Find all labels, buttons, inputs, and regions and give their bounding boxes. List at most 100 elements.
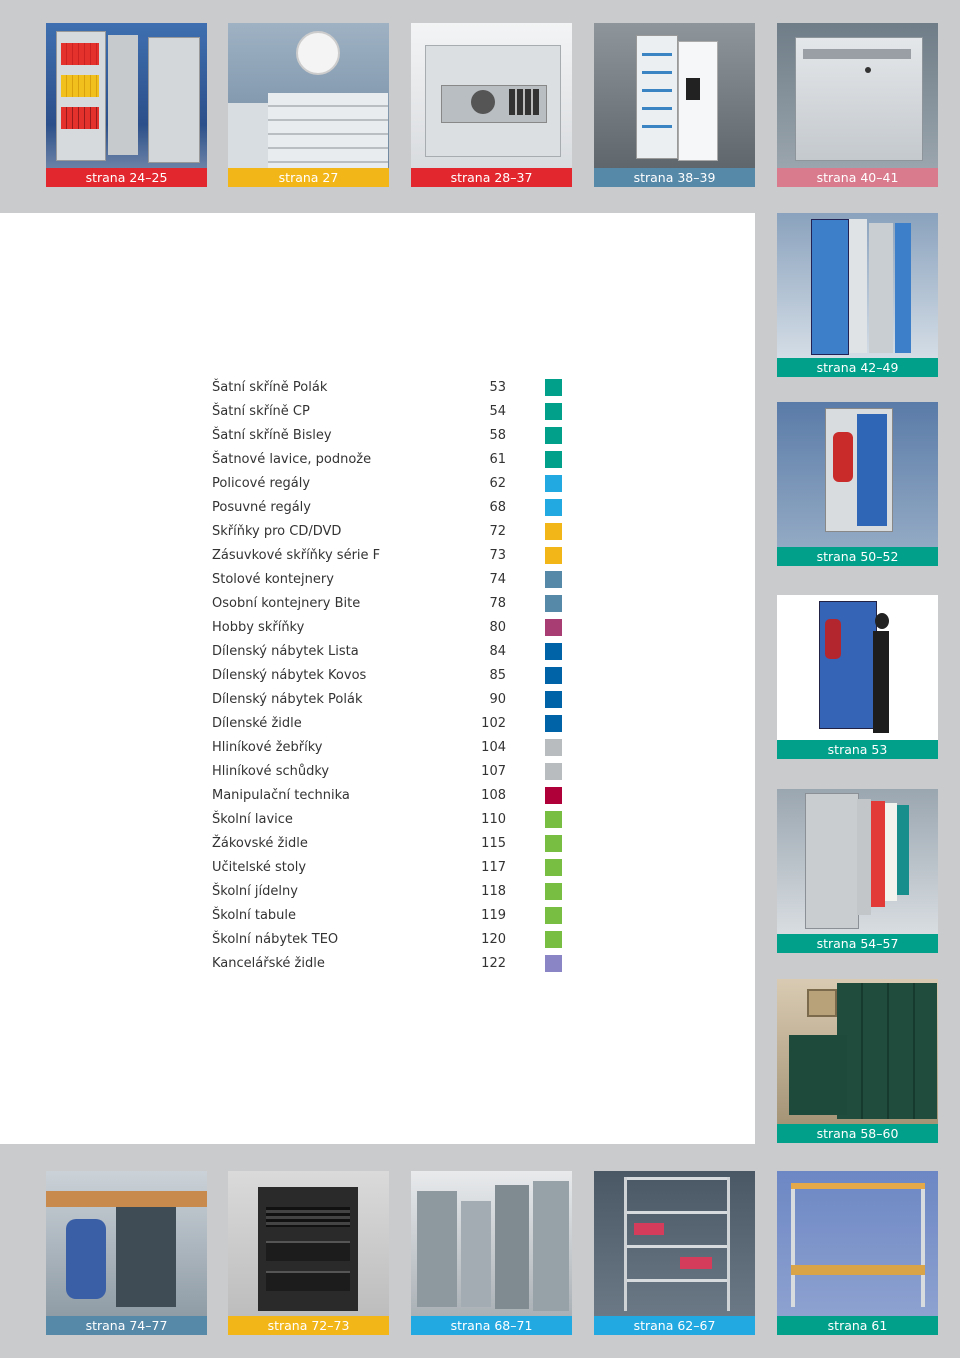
bench-with-hooks-photo	[777, 1171, 938, 1316]
page-reference: strana 42–49	[777, 358, 938, 377]
toc-entry[interactable]: Kancelářské židle 122	[212, 954, 572, 978]
toc-page-number: 115	[481, 836, 506, 851]
tile-right-5[interactable]: strana 58–60	[777, 979, 938, 1143]
toc-entry[interactable]: Hliníkové žebříky 104	[212, 738, 572, 762]
category-color-swatch	[545, 547, 562, 564]
category-color-swatch	[545, 715, 562, 732]
category-color-swatch	[545, 595, 562, 612]
toc-entry[interactable]: Školní jídelny 118	[212, 882, 572, 906]
toc-page-number: 122	[481, 956, 506, 971]
toc-page-number: 61	[489, 452, 506, 467]
toc-entry[interactable]: Šatnové lavice, podnože 61	[212, 450, 572, 474]
tile-right-3[interactable]: strana 53	[777, 595, 938, 759]
toc-label: Školní tabule	[212, 908, 297, 923]
toc-entry[interactable]: Stolové kontejnery 74	[212, 570, 572, 594]
toc-label: Dílenské židle	[212, 716, 302, 731]
toc-page-number: 104	[481, 740, 506, 755]
tile-top-5[interactable]: strana 40–41	[777, 23, 938, 187]
tile-top-3[interactable]: strana 28–37	[411, 23, 572, 187]
tile-top-1[interactable]: strana 24–25	[46, 23, 207, 187]
tile-right-1[interactable]: strana 42–49	[777, 213, 938, 377]
toc-page-number: 54	[489, 404, 506, 419]
toc-entry[interactable]: Šatní skříně Bisley 58	[212, 426, 572, 450]
tile-bottom-2[interactable]: strana 72–73	[228, 1171, 389, 1335]
tile-top-4[interactable]: strana 38–39	[594, 23, 755, 187]
toc-entry[interactable]: Manipulační technika 108	[212, 786, 572, 810]
toc-page-number: 110	[481, 812, 506, 827]
page-reference: strana 53	[777, 740, 938, 759]
toc-page-number: 119	[481, 908, 506, 923]
toc-label: Školní jídelny	[212, 884, 298, 899]
toc-label: Učitelské stoly	[212, 860, 307, 875]
page-reference: strana 74–77	[46, 1316, 207, 1335]
page-reference: strana 27	[228, 168, 389, 187]
toc-entry[interactable]: Hliníkové schůdky 107	[212, 762, 572, 786]
toc-label: Šatnové lavice, podnože	[212, 452, 372, 467]
category-color-swatch	[545, 379, 562, 396]
toc-page-number: 107	[481, 764, 506, 779]
category-color-swatch	[545, 619, 562, 636]
green-changing-room-photo	[777, 979, 938, 1124]
toc-page-number: 120	[481, 932, 506, 947]
toc-label: Dílenský nábytek Lista	[212, 644, 359, 659]
tile-top-2[interactable]: strana 27	[228, 23, 389, 187]
toc-label: Školní lavice	[212, 812, 293, 827]
table-of-contents: Šatní skříně Polák 53 Šatní skříně CP 54 Š…	[212, 378, 572, 978]
category-color-swatch	[545, 523, 562, 540]
color-lockers-row-photo	[777, 789, 938, 934]
toc-label: Hliníkové žebříky	[212, 740, 323, 755]
tile-bottom-3[interactable]: strana 68–71	[411, 1171, 572, 1335]
toc-label: Školní nábytek TEO	[212, 932, 339, 947]
toc-page-number: 85	[489, 668, 506, 683]
toc-label: Policové regály	[212, 476, 311, 491]
toc-entry[interactable]: Dílenský nábytek Polák 90	[212, 690, 572, 714]
toc-page-number: 58	[489, 428, 506, 443]
toc-entry[interactable]: Učitelské stoly 117	[212, 858, 572, 882]
toc-label: Hobby skříňky	[212, 620, 305, 635]
toc-label: Stolové kontejnery	[212, 572, 334, 587]
toc-entry[interactable]: Osobní kontejnery Bite 78	[212, 594, 572, 618]
toc-entry[interactable]: Žákovské židle 115	[212, 834, 572, 858]
toc-entry[interactable]: Šatní skříně Polák 53	[212, 378, 572, 402]
tile-bottom-1[interactable]: strana 74–77	[46, 1171, 207, 1335]
category-color-swatch	[545, 571, 562, 588]
category-color-swatch	[545, 403, 562, 420]
toc-entry[interactable]: Zásuvkové skříňky série F 73	[212, 546, 572, 570]
toc-page-number: 72	[489, 524, 506, 539]
toc-label: Posuvné regály	[212, 500, 311, 515]
page-reference: strana 58–60	[777, 1124, 938, 1143]
page-reference: strana 61	[777, 1316, 938, 1335]
black-drawer-cabinet-photo	[228, 1171, 389, 1316]
desk-pedestal-photo	[46, 1171, 207, 1316]
toc-entry[interactable]: Školní lavice 110	[212, 810, 572, 834]
toc-label: Šatní skříně CP	[212, 404, 310, 419]
tile-bottom-5[interactable]: strana 61	[777, 1171, 938, 1335]
category-color-swatch	[545, 691, 562, 708]
toc-entry[interactable]: Dílenské židle 102	[212, 714, 572, 738]
category-color-swatch	[545, 907, 562, 924]
toc-entry[interactable]: Šatní skříně CP 54	[212, 402, 572, 426]
toc-entry[interactable]: Dílenský nábytek Lista 84	[212, 642, 572, 666]
toc-page-number: 80	[489, 620, 506, 635]
page-reference: strana 24–25	[46, 168, 207, 187]
toc-entry[interactable]: Školní tabule 119	[212, 906, 572, 930]
page-reference: strana 62–67	[594, 1316, 755, 1335]
toc-page-number: 84	[489, 644, 506, 659]
category-color-swatch	[545, 763, 562, 780]
tile-right-2[interactable]: strana 50–52	[777, 402, 938, 566]
toc-entry[interactable]: Dílenský nábytek Kovos 85	[212, 666, 572, 690]
toc-label: Osobní kontejnery Bite	[212, 596, 361, 611]
toc-label: Hliníkové schůdky	[212, 764, 330, 779]
toc-entry[interactable]: Školní nábytek TEO 120	[212, 930, 572, 954]
toc-entry[interactable]: Hobby skříňky 80	[212, 618, 572, 642]
toc-page-number: 117	[481, 860, 506, 875]
toc-page-number: 108	[481, 788, 506, 803]
toc-entry[interactable]: Policové regály 62	[212, 474, 572, 498]
category-color-swatch	[545, 427, 562, 444]
toc-entry[interactable]: Posuvné regály 68	[212, 498, 572, 522]
toc-page-number: 90	[489, 692, 506, 707]
tile-bottom-4[interactable]: strana 62–67	[594, 1171, 755, 1335]
mobile-shelving-photo	[411, 1171, 572, 1316]
toc-entry[interactable]: Skříňky pro CD/DVD 72	[212, 522, 572, 546]
tile-right-4[interactable]: strana 54–57	[777, 789, 938, 953]
